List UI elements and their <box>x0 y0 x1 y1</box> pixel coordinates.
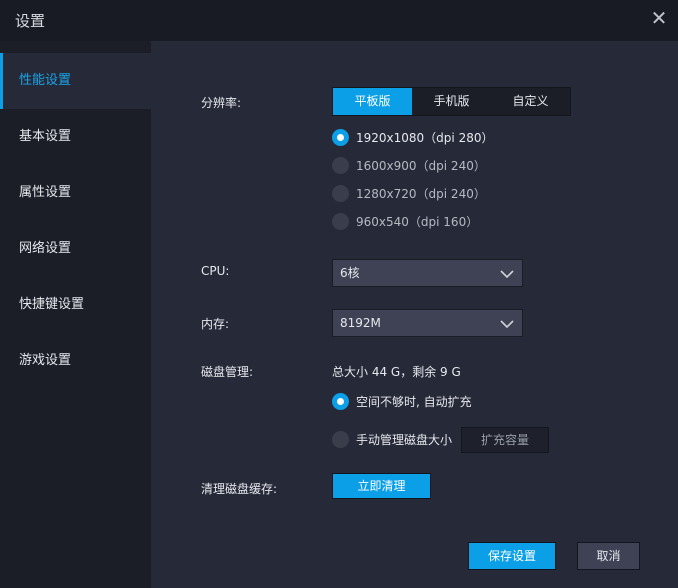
option-label: 1280x720（dpi 240） <box>356 187 486 201</box>
tab-custom[interactable]: 自定义 <box>491 88 570 115</box>
sidebar-item-properties[interactable]: 属性设置 <box>0 165 151 221</box>
option-label: 1920x1080（dpi 280） <box>356 131 494 145</box>
radio-unchecked-icon <box>332 213 349 230</box>
chevron-down-icon <box>500 320 514 329</box>
radio-unchecked-icon <box>332 157 349 174</box>
cache-label: 清理磁盘缓存: <box>201 482 278 496</box>
radio-checked-icon <box>332 129 349 146</box>
cpu-value: 6核 <box>340 266 360 280</box>
resolution-option-1600[interactable]: 1600x900（dpi 240） <box>332 157 486 174</box>
radio-unchecked-icon <box>332 431 349 448</box>
resolution-label: 分辨率: <box>201 96 242 110</box>
sidebar: 性能设置 基本设置 属性设置 网络设置 快捷键设置 游戏设置 <box>0 41 151 588</box>
disk-summary: 总大小 44 G，剩余 9 G <box>332 365 461 379</box>
cpu-label: CPU: <box>201 264 230 278</box>
option-label: 空间不够时, 自动扩充 <box>356 395 472 409</box>
memory-value: 8192M <box>340 316 381 330</box>
disk-label: 磁盘管理: <box>201 365 254 379</box>
disk-option-manual[interactable]: 手动管理磁盘大小 <box>332 431 452 448</box>
sidebar-item-performance[interactable]: 性能设置 <box>0 53 151 109</box>
option-label: 960x540（dpi 160） <box>356 215 479 229</box>
radio-checked-icon <box>332 393 349 410</box>
sidebar-item-basic[interactable]: 基本设置 <box>0 109 151 165</box>
memory-select[interactable]: 8192M <box>332 309 523 337</box>
tab-phone[interactable]: 手机版 <box>412 88 491 115</box>
sidebar-item-games[interactable]: 游戏设置 <box>0 333 151 389</box>
expand-capacity-button[interactable]: 扩充容量 <box>461 427 549 453</box>
resolution-option-960[interactable]: 960x540（dpi 160） <box>332 213 478 230</box>
clear-now-button[interactable]: 立即清理 <box>332 473 431 499</box>
close-icon[interactable]: ✕ <box>648 7 670 29</box>
disk-option-auto[interactable]: 空间不够时, 自动扩充 <box>332 393 472 410</box>
save-button[interactable]: 保存设置 <box>468 542 556 570</box>
cancel-button[interactable]: 取消 <box>577 542 640 570</box>
resolution-option-1920[interactable]: 1920x1080（dpi 280） <box>332 129 493 146</box>
option-label: 1600x900（dpi 240） <box>356 159 486 173</box>
radio-unchecked-icon <box>332 185 349 202</box>
window-title: 设置 <box>15 12 46 30</box>
memory-label: 内存: <box>201 317 230 331</box>
cpu-select[interactable]: 6核 <box>332 259 523 287</box>
tab-tablet[interactable]: 平板版 <box>333 88 412 115</box>
title-bar: 设置 ✕ <box>0 0 678 41</box>
resolution-option-1280[interactable]: 1280x720（dpi 240） <box>332 185 486 202</box>
resolution-tabs: 平板版 手机版 自定义 <box>332 87 571 116</box>
sidebar-item-shortcuts[interactable]: 快捷键设置 <box>0 277 151 333</box>
chevron-down-icon <box>500 270 514 279</box>
option-label: 手动管理磁盘大小 <box>356 433 453 447</box>
sidebar-item-network[interactable]: 网络设置 <box>0 221 151 277</box>
